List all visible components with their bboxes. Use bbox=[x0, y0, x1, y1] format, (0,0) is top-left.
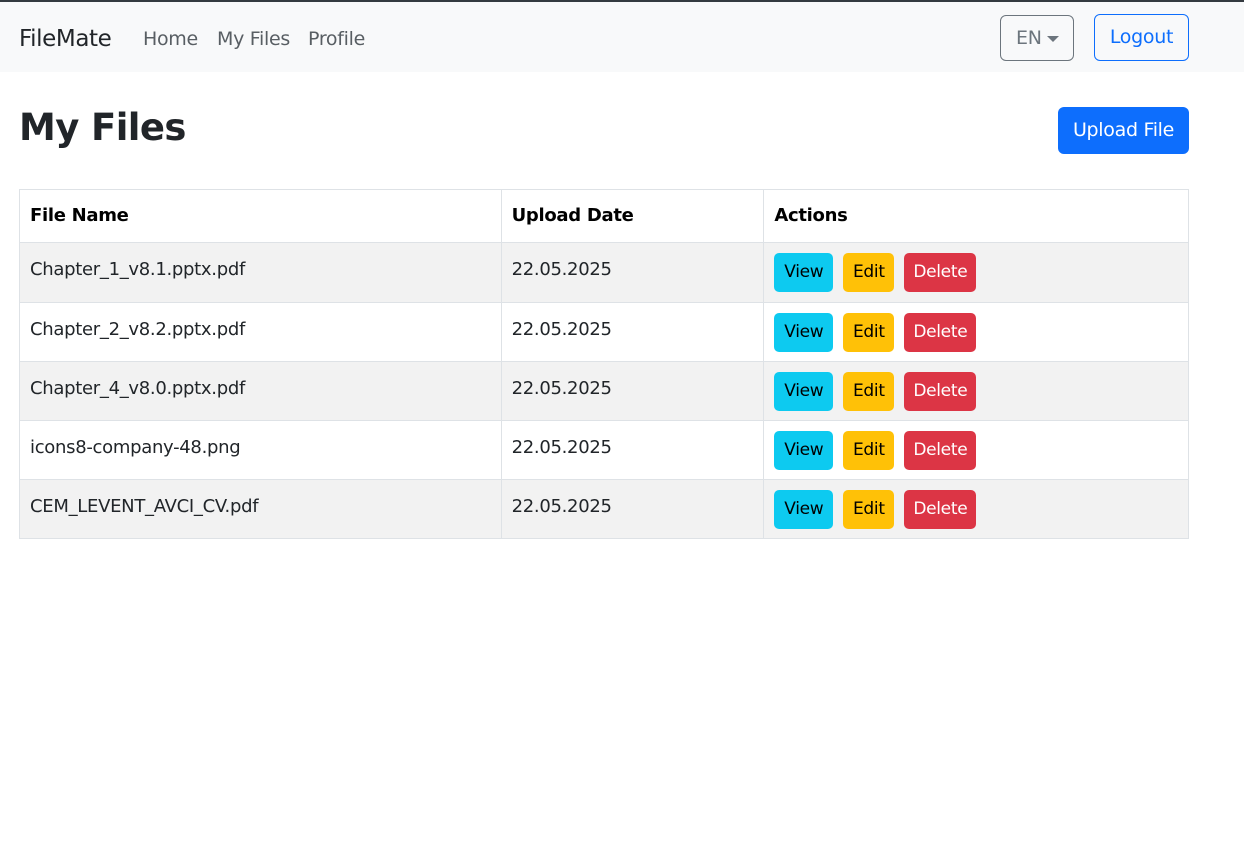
view-button[interactable]: View bbox=[774, 431, 834, 470]
file-name-cell: Chapter_2_v8.2.pptx.pdf bbox=[19, 302, 502, 362]
actions-cell: View Edit Delete bbox=[763, 479, 1189, 539]
table-row: CEM_LEVENT_AVCI_CV.pdf 22.05.2025 View E… bbox=[19, 479, 1189, 539]
actions-cell: View Edit Delete bbox=[763, 361, 1189, 421]
nav-link-home[interactable]: Home bbox=[143, 26, 198, 52]
header-actions: Actions bbox=[763, 189, 1189, 243]
nav-link-my-files[interactable]: My Files bbox=[217, 26, 290, 52]
file-name-cell: icons8-company-48.png bbox=[19, 420, 502, 480]
table-header-row: File Name Upload Date Actions bbox=[19, 189, 1189, 243]
delete-button[interactable]: Delete bbox=[904, 490, 977, 529]
edit-button[interactable]: Edit bbox=[843, 313, 895, 352]
edit-button[interactable]: Edit bbox=[843, 431, 895, 470]
caret-down-icon bbox=[1047, 36, 1059, 42]
files-table: File Name Upload Date Actions Chapter_1_… bbox=[19, 189, 1189, 539]
file-name: CEM_LEVENT_AVCI_CV.pdf bbox=[30, 496, 259, 517]
file-name-cell: CEM_LEVENT_AVCI_CV.pdf bbox=[19, 479, 502, 539]
edit-button[interactable]: Edit bbox=[843, 253, 895, 292]
table-row: Chapter_2_v8.2.pptx.pdf 22.05.2025 View … bbox=[19, 302, 1189, 362]
page-title: My Files bbox=[19, 106, 186, 149]
view-button[interactable]: View bbox=[774, 372, 834, 411]
delete-button[interactable]: Delete bbox=[904, 313, 977, 352]
actions-cell: View Edit Delete bbox=[763, 420, 1189, 480]
file-name-cell: Chapter_1_v8.1.pptx.pdf bbox=[19, 242, 502, 303]
language-label: EN bbox=[1016, 27, 1042, 49]
actions-cell: View Edit Delete bbox=[763, 302, 1189, 362]
header-upload-date: Upload Date bbox=[500, 189, 765, 243]
delete-button[interactable]: Delete bbox=[904, 431, 977, 470]
view-button[interactable]: View bbox=[774, 490, 834, 529]
navbar: FileMate Home My Files Profile EN Logout bbox=[0, 2, 1244, 72]
upload-date-cell: 22.05.2025 bbox=[500, 242, 765, 303]
file-name: Chapter_2_v8.2.pptx.pdf bbox=[30, 319, 245, 340]
upload-file-button[interactable]: Upload File bbox=[1058, 107, 1189, 154]
upload-date-cell: 22.05.2025 bbox=[500, 302, 765, 362]
file-name: icons8-company-48.png bbox=[30, 437, 241, 458]
upload-date: 22.05.2025 bbox=[511, 437, 612, 458]
table-row: icons8-company-48.png 22.05.2025 View Ed… bbox=[19, 420, 1189, 480]
table-row: Chapter_4_v8.0.pptx.pdf 22.05.2025 View … bbox=[19, 361, 1189, 421]
edit-button[interactable]: Edit bbox=[843, 372, 895, 411]
upload-date-cell: 22.05.2025 bbox=[500, 420, 765, 480]
upload-date: 22.05.2025 bbox=[511, 496, 612, 517]
view-button[interactable]: View bbox=[774, 313, 834, 352]
logout-button[interactable]: Logout bbox=[1094, 14, 1189, 61]
delete-button[interactable]: Delete bbox=[904, 253, 977, 292]
header-file-name: File Name bbox=[19, 189, 502, 243]
file-name-cell: Chapter_4_v8.0.pptx.pdf bbox=[19, 361, 502, 421]
upload-date: 22.05.2025 bbox=[511, 378, 612, 399]
upload-date: 22.05.2025 bbox=[511, 259, 612, 280]
table-row: Chapter_1_v8.1.pptx.pdf 22.05.2025 View … bbox=[19, 242, 1189, 303]
delete-button[interactable]: Delete bbox=[904, 372, 977, 411]
upload-date-cell: 22.05.2025 bbox=[500, 479, 765, 539]
file-name: Chapter_4_v8.0.pptx.pdf bbox=[30, 378, 245, 399]
upload-date: 22.05.2025 bbox=[511, 319, 612, 340]
nav-link-profile[interactable]: Profile bbox=[308, 26, 365, 52]
view-button[interactable]: View bbox=[774, 253, 834, 292]
language-dropdown[interactable]: EN bbox=[1000, 15, 1074, 61]
brand-logo[interactable]: FileMate bbox=[19, 24, 112, 54]
file-name: Chapter_1_v8.1.pptx.pdf bbox=[30, 259, 245, 280]
actions-cell: View Edit Delete bbox=[763, 242, 1189, 303]
upload-date-cell: 22.05.2025 bbox=[500, 361, 765, 421]
edit-button[interactable]: Edit bbox=[843, 490, 895, 529]
